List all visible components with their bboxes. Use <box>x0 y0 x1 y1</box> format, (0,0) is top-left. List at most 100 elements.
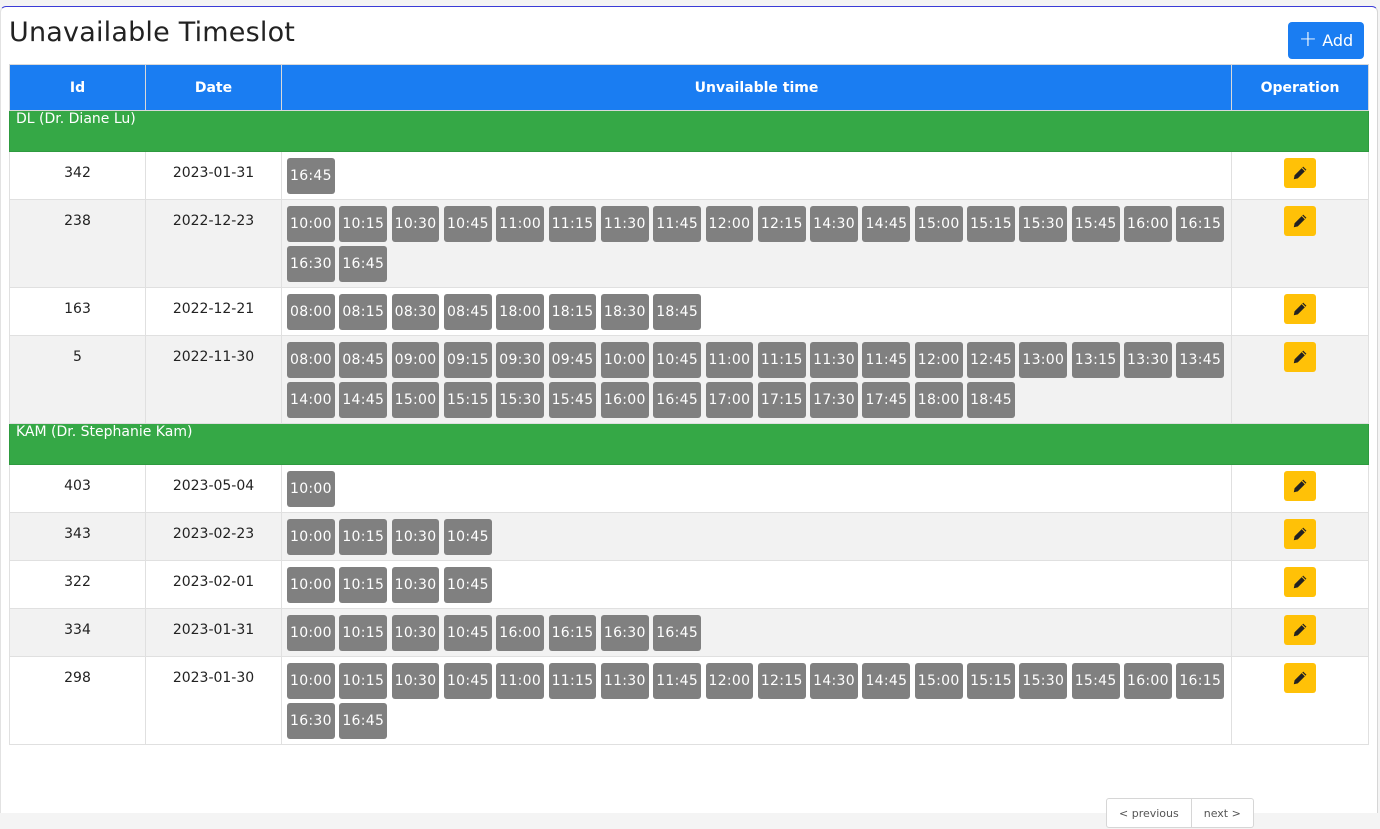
time-slot-badge: 17:15 <box>757 382 806 418</box>
time-slot-badge: 14:00 <box>287 382 335 418</box>
row-date: 2023-05-04 <box>145 464 282 513</box>
operation-cell <box>1231 199 1369 288</box>
time-slot-badge: 16:45 <box>653 615 702 651</box>
time-slot-badge: 18:15 <box>548 294 597 330</box>
edit-button[interactable] <box>1284 615 1316 645</box>
unavailable-times-cell: 16:45 <box>281 151 1232 200</box>
column-header-unavailable-time[interactable]: Unvailable time <box>281 64 1232 111</box>
time-slot-badge: 12:15 <box>757 663 806 699</box>
table-row: 298 2023-01-30 10:00 10:15 10:30 10:45 11:… <box>9 656 1369 745</box>
page-title: Unavailable Timeslot <box>9 17 296 48</box>
table-row: 238 2022-12-23 10:00 10:15 10:30 10:45 11:… <box>9 199 1369 288</box>
time-slot-badge: 10:15 <box>339 567 388 603</box>
time-slot-badge: 12:00 <box>705 663 754 699</box>
time-slot-badge: 17:00 <box>705 382 754 418</box>
operation-cell <box>1231 608 1369 657</box>
row-date: 2022-12-21 <box>145 287 282 336</box>
edit-button[interactable] <box>1284 342 1316 372</box>
time-slot-badge: 10:30 <box>391 206 440 242</box>
group-label: DL (Dr. Diane Lu) <box>9 110 1369 152</box>
time-slot-badge: 18:45 <box>653 294 702 330</box>
operation-cell <box>1231 151 1369 200</box>
edit-button[interactable] <box>1284 519 1316 549</box>
time-slot-badge: 09:45 <box>548 342 597 378</box>
timeslot-panel: Unavailable Timeslot + Add Id Date Unvai… <box>0 6 1378 828</box>
time-slot-badge: 12:00 <box>705 206 754 242</box>
row-id: 403 <box>9 464 146 513</box>
time-slot-badge: 15:00 <box>914 206 963 242</box>
time-slot-badge: 09:15 <box>443 342 492 378</box>
time-slot-badge: 08:00 <box>287 342 335 378</box>
time-slot-badge: 11:45 <box>653 206 702 242</box>
row-date: 2023-02-23 <box>145 512 282 561</box>
time-slot-badge: 16:45 <box>287 158 335 194</box>
unavailable-times-cell: 10:00 <box>281 464 1232 513</box>
time-slot-badge: 11:30 <box>600 663 649 699</box>
add-button[interactable]: + Add <box>1288 22 1364 59</box>
operation-cell <box>1231 560 1369 609</box>
table-row: 334 2023-01-31 10:00 10:15 10:30 10:45 16:… <box>9 608 1369 657</box>
time-slot-badge: 16:15 <box>1176 663 1225 699</box>
edit-button[interactable] <box>1284 471 1316 501</box>
edit-button[interactable] <box>1284 663 1316 693</box>
time-slot-badge: 15:30 <box>1019 663 1068 699</box>
timeslot-table: Id Date Unvailable time Operation DL (Dr… <box>9 64 1369 745</box>
time-slot-badge: 10:30 <box>391 567 440 603</box>
time-slot-badge: 15:15 <box>443 382 492 418</box>
row-id: 163 <box>9 287 146 336</box>
edit-button[interactable] <box>1284 567 1316 597</box>
row-date: 2022-11-30 <box>145 335 282 424</box>
time-slot-badge: 08:45 <box>339 342 388 378</box>
edit-button[interactable] <box>1284 206 1316 236</box>
time-slot-badge: 10:15 <box>339 615 388 651</box>
time-slot-badge: 15:00 <box>914 663 963 699</box>
table-body: DL (Dr. Diane Lu) 342 2023-01-31 16:45 238 2… <box>9 110 1369 745</box>
time-slot-badge: 15:45 <box>1071 206 1120 242</box>
unavailable-times-cell: 08:00 08:45 09:00 09:15 09:30 09:45 10:0… <box>281 335 1232 424</box>
table-row: 322 2023-02-01 10:00 10:15 10:30 10:45 <box>9 560 1369 609</box>
edit-button[interactable] <box>1284 294 1316 324</box>
time-slot-badge: 11:00 <box>496 663 545 699</box>
time-slot-badge: 14:30 <box>810 206 858 242</box>
column-header-date[interactable]: Date <box>145 64 282 111</box>
time-slot-badge: 18:00 <box>496 294 545 330</box>
time-slot-badge: 15:30 <box>1019 206 1068 242</box>
time-slot-badge: 18:00 <box>914 382 963 418</box>
time-slot-badge: 09:00 <box>391 342 440 378</box>
row-id: 5 <box>9 335 146 424</box>
time-slot-badge: 17:30 <box>810 382 858 418</box>
time-slot-badge: 09:30 <box>496 342 545 378</box>
column-header-id[interactable]: Id <box>9 64 146 111</box>
operation-cell <box>1231 464 1369 513</box>
row-date: 2022-12-23 <box>145 199 282 288</box>
time-slot-badge: 13:30 <box>1124 342 1172 378</box>
time-slot-badge: 16:15 <box>1176 206 1225 242</box>
edit-button[interactable] <box>1284 158 1316 188</box>
time-slot-badge: 10:45 <box>443 615 492 651</box>
time-slot-badge: 13:15 <box>1071 342 1120 378</box>
time-slot-badge: 10:00 <box>287 206 335 242</box>
time-slot-badge: 10:30 <box>391 663 440 699</box>
unavailable-times-cell: 10:00 10:15 10:30 10:45 11:00 11:15 11:3… <box>281 656 1232 745</box>
time-slot-badge: 16:45 <box>339 703 388 739</box>
time-slot-badge: 08:30 <box>391 294 440 330</box>
time-slot-badge: 10:45 <box>443 206 492 242</box>
row-date: 2023-02-01 <box>145 560 282 609</box>
column-header-operation[interactable]: Operation <box>1231 64 1369 111</box>
time-slot-badge: 12:00 <box>914 342 963 378</box>
table-row: 5 2022-11-30 08:00 08:45 09:00 09:15 09:30… <box>9 335 1369 424</box>
time-slot-badge: 11:45 <box>862 342 911 378</box>
unavailable-times-cell: 10:00 10:15 10:30 10:45 16:00 16:15 16:3… <box>281 608 1232 657</box>
group-label: KAM (Dr. Stephanie Kam) <box>9 423 1369 465</box>
operation-cell <box>1231 335 1369 424</box>
next-page-link[interactable]: next > <box>1190 799 1253 827</box>
time-slot-badge: 10:00 <box>287 567 335 603</box>
previous-page-link[interactable]: < previous <box>1107 799 1191 827</box>
unavailable-times-cell: 10:00 10:15 10:30 10:45 <box>281 560 1232 609</box>
unavailable-times-cell: 08:00 08:15 08:30 08:45 18:00 18:15 18:3… <box>281 287 1232 336</box>
row-id: 342 <box>9 151 146 200</box>
time-slot-badge: 11:15 <box>548 206 597 242</box>
time-slot-badge: 10:30 <box>391 519 440 555</box>
operation-cell <box>1231 512 1369 561</box>
row-date: 2023-01-30 <box>145 656 282 745</box>
